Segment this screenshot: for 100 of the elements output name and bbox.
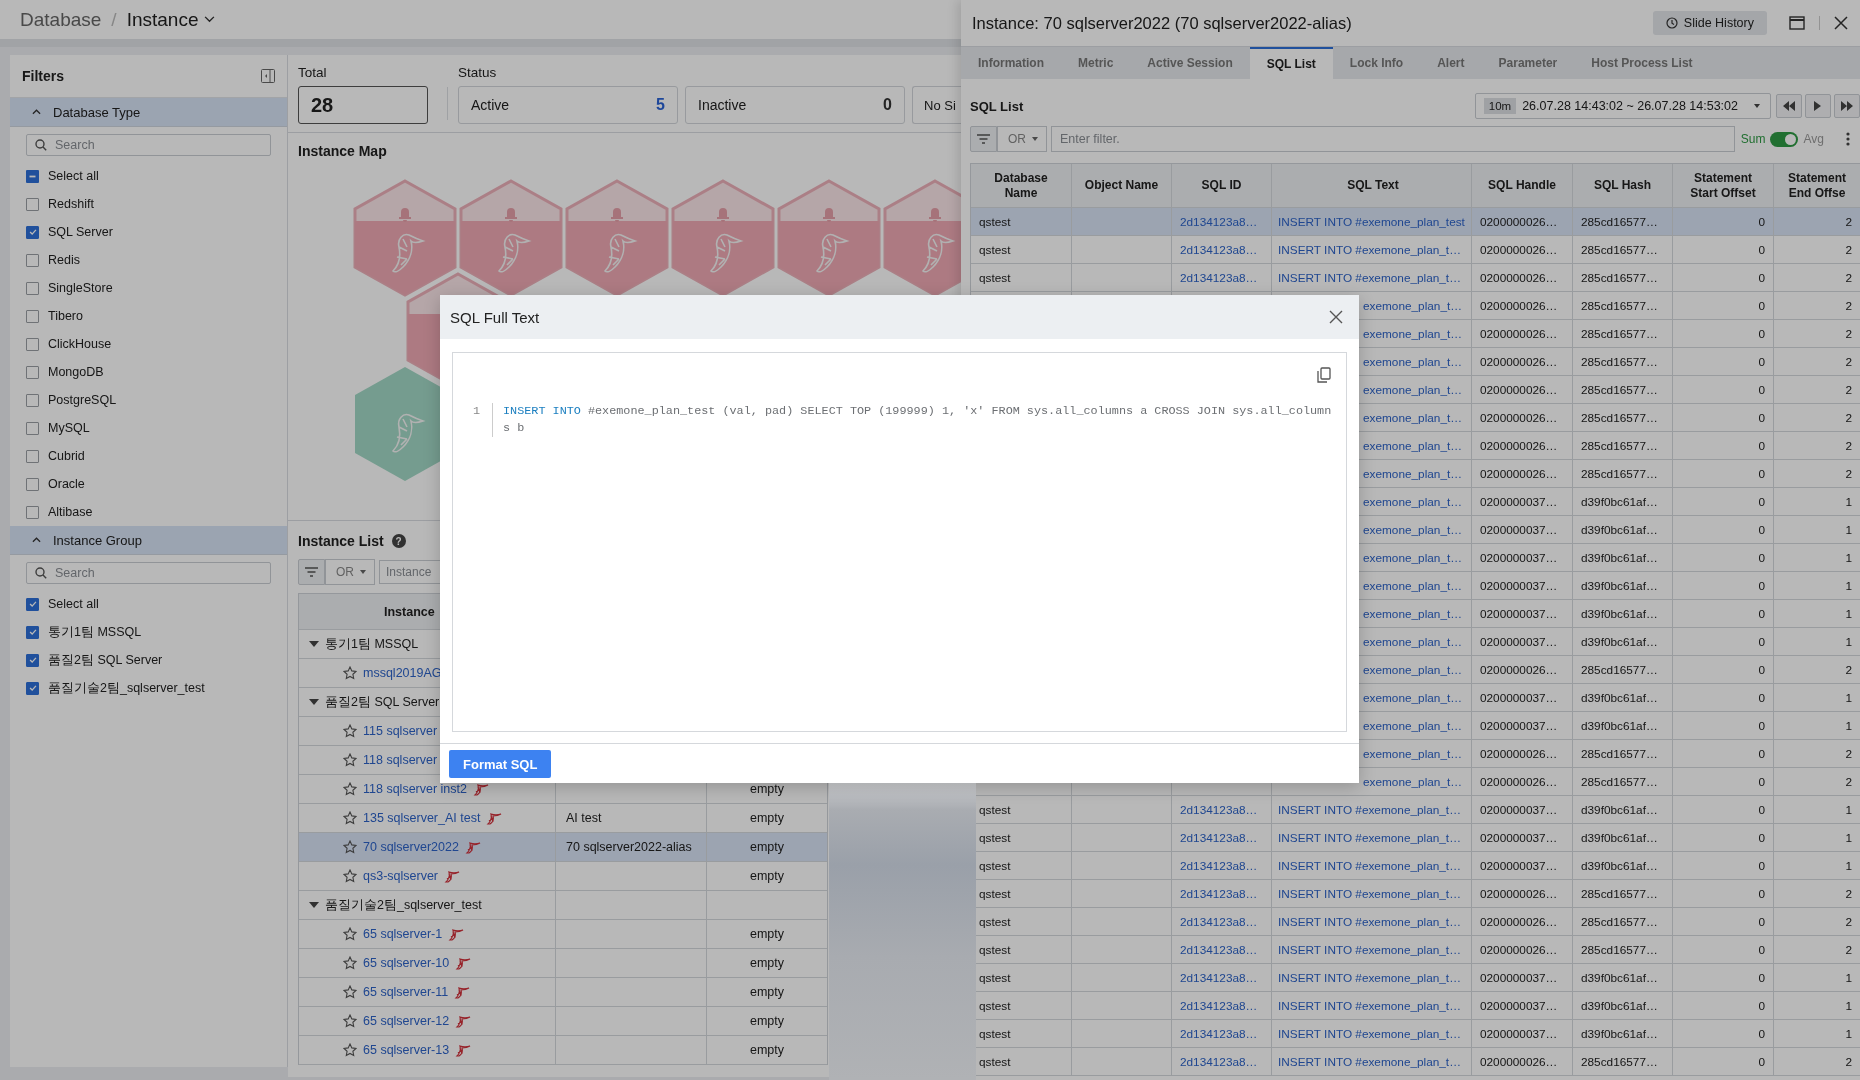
column-header[interactable]: Object Name — [1084, 178, 1159, 193]
filter-field[interactable]: Enter filter. — [1051, 126, 1735, 152]
sql-link[interactable]: exemone_plan_t… — [1363, 354, 1463, 369]
instance-link[interactable]: 135 sqlserver_AI test — [363, 811, 481, 825]
sql-link[interactable]: INSERT INTO #exemone_plan_test — [1278, 214, 1465, 229]
checkbox-label[interactable]: ClickHouse — [48, 337, 112, 351]
sql-link[interactable]: 2d134123a8… — [1180, 830, 1258, 845]
star-icon[interactable] — [343, 724, 357, 738]
checkbox-label[interactable]: Select all — [48, 169, 99, 183]
column-header[interactable]: SQL Text — [1347, 178, 1399, 193]
sql-link[interactable]: exemone_plan_t… — [1363, 746, 1463, 761]
sql-link[interactable]: INSERT INTO #exemone_plan_t… — [1278, 914, 1461, 929]
status-card[interactable]: Active 5 — [458, 86, 678, 124]
sql-link[interactable]: 2d134123a8… — [1180, 214, 1258, 229]
toggle-switch[interactable] — [1769, 131, 1798, 147]
column-header[interactable]: SQL Hash — [1593, 178, 1652, 193]
star-icon[interactable] — [343, 811, 357, 825]
instance-link[interactable]: 65 sqlserver-1 — [363, 927, 443, 941]
table-row[interactable]: qstest 2d134123a8… INSERT INTO #exemone_plan_t… 0200000026… 285cd16577… 0 2 — [971, 236, 1860, 264]
checkbox-label[interactable]: Altibase — [48, 505, 93, 519]
instance-row[interactable]: 70 sqlserver2022 70 sqlserver2022-alias empty — [299, 833, 827, 862]
sql-link[interactable]: 2d134123a8… — [1180, 886, 1258, 901]
checkbox[interactable] — [26, 653, 39, 667]
expand-toggle-icon[interactable] — [309, 641, 319, 647]
checkbox[interactable] — [26, 337, 39, 351]
checkbox-label[interactable]: Cubrid — [48, 449, 85, 463]
sql-link[interactable]: exemone_plan_t… — [1363, 326, 1463, 341]
time-range-picker[interactable]: 10m 26.07.28 14:43:02 ~ 26.07.28 14:53:02 — [1474, 93, 1771, 119]
checkbox[interactable] — [26, 477, 39, 491]
sql-link[interactable]: 2d134123a8… — [1180, 858, 1258, 873]
instance-link[interactable]: 115 sqlserver — [363, 724, 438, 738]
breadcrumb-link[interactable]: Database — [20, 8, 102, 31]
code-editor[interactable]: 1 INSERT INTO #exemone_plan_test (val, pad) SELECT TOP (199999) 1, 'x' FROM sys.all_columns a CROSS JOIN sys.all_columns b — [452, 352, 1347, 732]
sql-link[interactable]: exemone_plan_t… — [1363, 606, 1463, 621]
sql-link[interactable]: exemone_plan_t… — [1363, 410, 1463, 425]
checkbox-label[interactable]: Redis — [48, 253, 80, 267]
sql-link[interactable]: INSERT INTO #exemone_plan_t… — [1278, 1026, 1461, 1041]
sql-link[interactable]: INSERT INTO #exemone_plan_t… — [1278, 270, 1461, 285]
sql-link[interactable]: exemone_plan_t… — [1363, 438, 1463, 453]
sql-link[interactable]: INSERT INTO #exemone_plan_t… — [1278, 998, 1461, 1013]
play-button[interactable] — [1805, 94, 1831, 118]
sql-link[interactable]: INSERT INTO #exemone_plan_t… — [1278, 802, 1461, 817]
sql-link[interactable]: INSERT INTO #exemone_plan_t… — [1278, 942, 1461, 957]
sql-link[interactable]: INSERT INTO #exemone_plan_t… — [1278, 1054, 1461, 1069]
slide-history-button[interactable]: Slide History — [1652, 11, 1767, 35]
star-icon[interactable] — [343, 985, 357, 999]
checkbox[interactable] — [26, 505, 39, 519]
filter-button[interactable] — [970, 126, 997, 152]
instance-link[interactable]: qs3-sqlserver — [363, 869, 439, 883]
tab[interactable]: SQL List — [1249, 47, 1333, 79]
checkbox[interactable] — [26, 197, 39, 211]
search-field[interactable]: Search — [26, 134, 271, 156]
column-header[interactable]: Statement End Offse — [1782, 170, 1852, 201]
sql-link[interactable]: 2d134123a8… — [1180, 970, 1258, 985]
sql-link[interactable]: INSERT INTO #exemone_plan_t… — [1278, 858, 1461, 873]
sql-link[interactable]: exemone_plan_t… — [1363, 522, 1463, 537]
sql-link[interactable]: 2d134123a8… — [1180, 242, 1258, 257]
expand-toggle-icon[interactable] — [309, 902, 319, 908]
checkbox-label[interactable]: 품질기술2팀_sqlserver_test — [48, 679, 205, 697]
checkbox[interactable] — [26, 169, 39, 183]
sql-link[interactable]: exemone_plan_t… — [1363, 382, 1463, 397]
star-icon[interactable] — [343, 956, 357, 970]
instance-link[interactable]: 65 sqlserver-13 — [363, 1043, 450, 1057]
checkbox[interactable] — [26, 365, 39, 379]
section-header[interactable]: Instance Group — [10, 526, 287, 555]
checkbox[interactable] — [26, 253, 39, 267]
rewind-button[interactable] — [1776, 94, 1802, 118]
checkbox[interactable] — [26, 625, 39, 639]
sql-link[interactable]: INSERT INTO #exemone_plan_t… — [1278, 970, 1461, 985]
column-header[interactable]: SQL Handle — [1488, 178, 1556, 193]
sql-link[interactable]: exemone_plan_t… — [1363, 718, 1463, 733]
sql-link[interactable]: INSERT INTO #exemone_plan_t… — [1278, 830, 1461, 845]
help-icon[interactable]: ? — [391, 534, 406, 548]
search-field[interactable]: Search — [26, 562, 271, 584]
sql-link[interactable]: 2d134123a8… — [1180, 270, 1258, 285]
checkbox[interactable] — [26, 309, 39, 323]
checkbox[interactable] — [26, 225, 39, 239]
instance-row[interactable]: 65 sqlserver-1 empty — [299, 920, 827, 949]
total-count[interactable]: 28 — [298, 86, 428, 124]
checkbox[interactable] — [26, 281, 39, 295]
checkbox-label[interactable]: Select all — [48, 597, 99, 611]
star-icon[interactable] — [343, 1043, 357, 1057]
instance-row[interactable]: 65 sqlserver-11 empty — [299, 978, 827, 1007]
sql-link[interactable]: exemone_plan_t… — [1363, 494, 1463, 509]
checkbox[interactable] — [26, 421, 39, 435]
table-row[interactable]: qstest 2d134123a8… INSERT INTO #exemone_plan_t… 0200000026… 285cd16577… 0 2 — [971, 264, 1860, 292]
fast-forward-button[interactable] — [1834, 94, 1860, 118]
checkbox-label[interactable]: 통기1팀 MSSQL — [48, 623, 142, 641]
checkbox-label[interactable]: MySQL — [48, 421, 90, 435]
status-card[interactable]: Inactive 0 — [685, 86, 905, 124]
instance-row[interactable]: 65 sqlserver-13 empty — [299, 1036, 827, 1065]
instance-row[interactable]: 65 sqlserver-10 empty — [299, 949, 827, 978]
close-icon[interactable] — [1329, 310, 1343, 324]
instance-link[interactable]: 65 sqlserver-10 — [363, 956, 450, 970]
checkbox[interactable] — [26, 681, 39, 695]
checkbox[interactable] — [26, 449, 39, 463]
format-sql-button[interactable]: Format SQL — [449, 750, 552, 778]
checkbox-label[interactable]: PostgreSQL — [48, 393, 117, 407]
checkbox[interactable] — [26, 393, 39, 407]
sql-link[interactable]: 2d134123a8… — [1180, 914, 1258, 929]
